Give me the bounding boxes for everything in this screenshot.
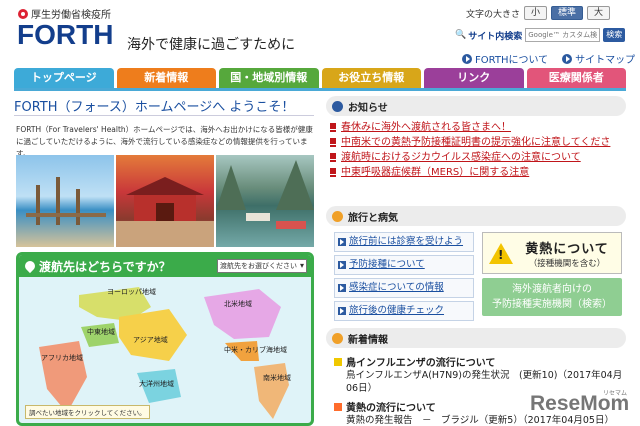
tab-news[interactable]: 新着情報: [116, 68, 216, 88]
arrow-right-icon: [562, 53, 573, 64]
font-size-label: 文字の大きさ: [466, 9, 521, 20]
travel-link-post-travel-check[interactable]: 旅行後の健康チェック: [334, 301, 474, 321]
map-region-south-america[interactable]: [254, 363, 289, 419]
exclamation-icon: [330, 138, 336, 148]
tab-links[interactable]: リンク: [424, 68, 524, 88]
yellow-fever-subtitle: （接種機関を含む）: [528, 258, 606, 269]
exclamation-icon: [330, 168, 336, 178]
map-header: 渡航先はどちらですか？ 渡航先をお選びください: [19, 255, 311, 277]
notice-item[interactable]: 中東呼吸器症候群（MERS）に関する注意: [330, 165, 626, 180]
arrow-right-icon: [462, 53, 472, 64]
destination-question: 渡航先はどちらですか？: [22, 258, 171, 275]
temple-illustration: [116, 177, 214, 247]
font-size-large-button[interactable]: 大: [587, 6, 611, 20]
search-input[interactable]: [525, 28, 601, 42]
tab-top-page[interactable]: トップページ: [14, 68, 114, 88]
vaccination-facility-search-button[interactable]: 海外渡航者向けの 予防接種実施機関（検索）: [482, 278, 622, 316]
tab-medical-professionals[interactable]: 医療関係者: [526, 68, 626, 88]
news-header: 新着情報: [326, 328, 626, 348]
bullet-icon: [332, 332, 343, 344]
notices-header: お知らせ: [326, 96, 626, 116]
tab-useful-info[interactable]: お役立ち情報: [321, 68, 421, 88]
font-size-control: 文字の大きさ 小 標準 大: [466, 6, 611, 20]
photo-banner: [16, 155, 314, 247]
welcome-title: FORTH（フォース）ホームページへ ようこそ！: [14, 100, 295, 115]
ministry-emblem-icon: [18, 8, 28, 19]
travel-link-vaccination[interactable]: 予防接種について: [334, 255, 474, 275]
arrow-right-icon: [338, 238, 346, 246]
square-bullet-icon: [334, 402, 342, 411]
news-title: 鳥インフルエンザの流行について: [346, 358, 496, 369]
notices-list: 春休みに海外へ渡航される皆さまへ！ 中南米での黄熱予防接種証明書の提示強化に注意…: [330, 120, 626, 180]
header: 厚生労働省検疫所 FORTH 海外で健康に過ごすために 文字の大きさ 小 標準 …: [0, 0, 640, 66]
forth-logo[interactable]: FORTH: [17, 19, 113, 51]
map-label-north-america[interactable]: 北米地域: [224, 299, 252, 309]
map-label-central-america[interactable]: 中米・カリブ海地域: [224, 345, 287, 355]
travel-link-infection-info[interactable]: 感染症についての情報: [334, 278, 474, 298]
divider: [14, 115, 314, 116]
site-search: 🔍 サイト内検索 検索: [455, 28, 626, 42]
bullet-icon: [332, 210, 343, 222]
font-size-small-button[interactable]: 小: [524, 6, 548, 20]
notice-item[interactable]: 渡航時におけるジカウイルス感染症への注意について: [330, 150, 626, 165]
notice-item[interactable]: 春休みに海外へ渡航される皆さまへ！: [330, 120, 626, 135]
notice-item[interactable]: 中南米での黄熱予防接種証明書の提示強化に注意してくださ: [330, 135, 626, 150]
site-search-label: 🔍 サイト内検索: [455, 30, 523, 42]
site-tagline: 海外で健康に過ごすために: [127, 37, 296, 53]
map-label-europe[interactable]: ヨーロッパ地域: [107, 287, 156, 297]
about-forth-link[interactable]: FORTHについて: [462, 51, 548, 66]
news-item: 鳥インフルエンザの流行について 鳥インフルエンザA(H7N9)の発生状況 (更新…: [334, 354, 626, 395]
map-instruction: 調べたい地域をクリックしてください。: [25, 405, 150, 419]
yellow-fever-button[interactable]: 黄熱について （接種機関を含む）: [482, 232, 622, 274]
arrow-right-icon: [338, 261, 346, 269]
bullet-icon: [332, 100, 343, 112]
photo-bay-boats: [216, 155, 314, 247]
pier-illustration: [26, 177, 106, 225]
arrow-right-icon: [338, 307, 346, 315]
nav-underline: [14, 88, 626, 91]
main-nav: トップページ 新着情報 国・地域別情報 お役立ち情報 リンク 医療関係者: [14, 68, 626, 88]
travel-links: 旅行前には診察を受けよう 予防接種について 感染症についての情報 旅行後の健康チ…: [334, 232, 474, 324]
map-label-oceania[interactable]: 大洋州地域: [139, 379, 174, 389]
header-links: FORTHについて サイトマップ: [462, 51, 635, 66]
map-region-africa[interactable]: [39, 341, 87, 413]
exclamation-icon: [330, 123, 336, 133]
travel-header: 旅行と病気: [326, 206, 626, 226]
tab-country-info[interactable]: 国・地域別情報: [219, 68, 319, 88]
arrow-right-icon: [338, 284, 346, 292]
square-bullet-icon: [334, 357, 342, 366]
page: 厚生労働省検疫所 FORTH 海外で健康に過ごすために 文字の大きさ 小 標準 …: [0, 0, 640, 426]
photo-temple: [116, 155, 214, 247]
travel-link-checkup[interactable]: 旅行前には診察を受けよう: [334, 232, 474, 252]
map-label-asia[interactable]: アジア地域: [133, 335, 168, 345]
warning-icon: [489, 242, 513, 264]
destination-select[interactable]: 渡航先をお選びください: [217, 259, 307, 273]
search-icon: 🔍: [455, 30, 467, 40]
exclamation-icon: [330, 153, 336, 163]
map-label-middle-east[interactable]: 中東地域: [87, 327, 115, 337]
sitemap-link[interactable]: サイトマップ: [562, 51, 635, 66]
font-size-standard-button[interactable]: 標準: [551, 6, 584, 20]
map-pin-icon: [22, 258, 38, 274]
yellow-fever-title: 黄熱について: [525, 241, 609, 257]
map-label-africa[interactable]: アフリカ地域: [41, 353, 83, 363]
map-region-north-america[interactable]: [204, 289, 281, 339]
news-title: 黄熱の流行について: [346, 403, 436, 414]
resemom-watermark-sub: リセマム: [603, 390, 628, 397]
bay-illustration: [216, 160, 314, 229]
map-label-south-america[interactable]: 南米地域: [263, 373, 291, 383]
destination-map-panel: 渡航先はどちらですか？ 渡航先をお選びください ヨーロッパ地域 北米地域 中東地…: [16, 252, 314, 426]
search-button[interactable]: 検索: [603, 28, 626, 42]
photo-beach-pier: [16, 155, 114, 247]
